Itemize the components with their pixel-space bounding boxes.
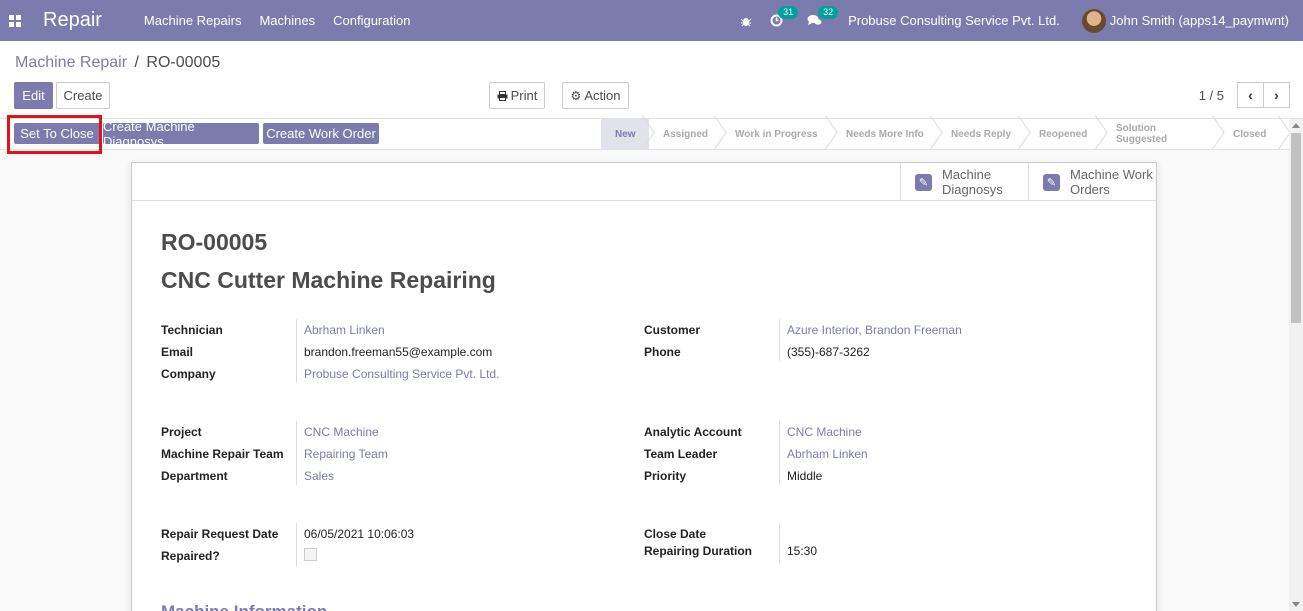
activity-clock-icon[interactable]: 31 [770,6,799,27]
breadcrumb-parent[interactable]: Machine Repair [15,54,127,71]
department-field[interactable]: Sales [304,469,334,483]
breadcrumb-current: RO-00005 [146,54,221,71]
stage-assigned[interactable]: Assigned [649,119,721,149]
repair-request-date-label: Repair Request Date [161,527,279,541]
smart-button-label: Machine [942,167,992,182]
phone-label: Phone [644,345,681,359]
record-reference: RO-00005 [161,229,268,255]
company-label: Company [161,367,216,381]
scroll-up-icon[interactable] [1292,123,1300,128]
project-label: Project [161,425,202,439]
machine-diagnosys-smart-button[interactable]: ✎ Machine Diagnosys [900,163,1028,201]
scrollbar[interactable] [1289,119,1303,611]
technician-label: Technician [161,323,223,337]
email-field[interactable]: brandon.freeman55@example.com [304,345,492,359]
gear-icon: ⚙ [570,88,582,103]
department-label: Department [161,469,228,483]
print-button[interactable]: Print [489,82,545,109]
company-field[interactable]: Probuse Consulting Service Pvt. Ltd. [304,367,499,381]
repairing-duration-label: Repairing Duration [644,544,753,558]
stage-needs-reply[interactable]: Needs Reply [937,119,1025,149]
repair-team-label: Machine Repair Team [161,447,284,461]
smart-button-label: Orders [1070,182,1110,197]
customer-field[interactable]: Azure Interior, Brandon Freeman [787,323,962,337]
user-name: John Smith (apps14_paymwnt) [1109,13,1289,28]
top-navbar: Repair Machine Repairs Machines Configur… [0,0,1303,41]
stage-pipeline: New Assigned Work in Progress Needs More… [601,119,1285,149]
project-field[interactable]: CNC Machine [304,425,379,439]
smart-button-box: ✎ Machine Diagnosys ✎ Machine Work Orders [132,163,1156,201]
app-title[interactable]: Repair [43,9,102,32]
team-leader-label: Team Leader [644,447,718,461]
messages-count-badge: 32 [818,6,839,19]
smart-button-label: Machine Work [1070,167,1153,182]
priority-field[interactable]: Middle [787,469,822,483]
printer-icon [497,90,508,101]
menu-machine-repairs[interactable]: Machine Repairs [144,13,242,28]
repaired-checkbox[interactable] [304,548,317,561]
analytic-account-field[interactable]: CNC Machine [787,425,862,439]
stage-new[interactable]: New [601,119,649,149]
pager-previous-icon[interactable]: ‹ [1237,82,1264,108]
repairing-duration-field[interactable]: 15:30 [787,544,817,558]
company-switcher[interactable]: Probuse Consulting Service Pvt. Ltd. [848,13,1060,28]
activity-count-badge: 31 [778,6,799,19]
bug-icon[interactable] [740,15,752,27]
breadcrumb: Machine Repair / RO-00005 [15,54,220,72]
stage-solution-suggested[interactable]: Solution Suggested [1102,119,1219,149]
stage-reopened[interactable]: Reopened [1025,119,1102,149]
pager-value[interactable]: 1 / 5 [1199,88,1224,103]
technician-field[interactable]: Abrham Linken [304,323,385,337]
smart-button-label: Diagnosys [942,182,1003,197]
analytic-account-label: Analytic Account [644,425,742,439]
team-leader-field[interactable]: Abrham Linken [787,447,868,461]
create-work-order-button[interactable]: Create Work Order [263,123,379,144]
scroll-down-icon[interactable] [1292,602,1300,607]
machine-work-orders-smart-button[interactable]: ✎ Machine Work Orders [1028,163,1156,201]
record-title[interactable]: CNC Cutter Machine Repairing [161,267,496,294]
priority-label: Priority [644,469,687,483]
create-machine-diagnosys-button[interactable]: Create Machine Diagnosys [103,119,259,149]
control-panel: Machine Repair / RO-00005 Edit Create Pr… [0,41,1303,119]
action-label: Action [584,88,621,103]
menu-configuration[interactable]: Configuration [333,13,410,28]
scroll-thumb[interactable] [1291,133,1301,323]
breadcrumb-separator: / [134,54,139,71]
close-date-label: Close Date [644,527,707,541]
customer-label: Customer [644,323,701,337]
phone-field[interactable]: (355)-687-3262 [787,345,870,359]
action-button[interactable]: ⚙ Action [562,82,629,109]
edit-button[interactable]: Edit [14,82,53,109]
pencil-icon: ✎ [1043,173,1060,191]
print-label: Print [510,88,538,103]
status-bar: Set To Close Create Machine Diagnosys Cr… [0,119,1289,150]
machine-information-heading: Machine Information [161,602,327,611]
pencil-icon: ✎ [915,173,932,191]
apps-menu-icon[interactable] [9,14,23,28]
stage-work-in-progress[interactable]: Work in Progress [721,119,832,149]
email-label: Email [161,345,194,359]
form-sheet: ✎ Machine Diagnosys ✎ Machine Work Orders … [131,162,1157,611]
stage-closed[interactable]: Closed [1219,119,1285,149]
menu-machines[interactable]: Machines [259,13,315,28]
repaired-label: Repaired? [161,549,220,563]
highlight-annotation [7,115,102,154]
create-button[interactable]: Create [56,82,110,109]
repair-request-date-field[interactable]: 06/05/2021 10:06:03 [304,527,414,541]
user-menu[interactable]: John Smith (apps14_paymwnt) [1081,8,1289,33]
avatar [1081,8,1106,33]
repair-team-field[interactable]: Repairing Team [304,447,388,461]
stage-needs-more-info[interactable]: Needs More Info [832,119,937,149]
pager-next-icon[interactable]: › [1263,82,1290,108]
messages-icon[interactable]: 32 [807,6,839,27]
